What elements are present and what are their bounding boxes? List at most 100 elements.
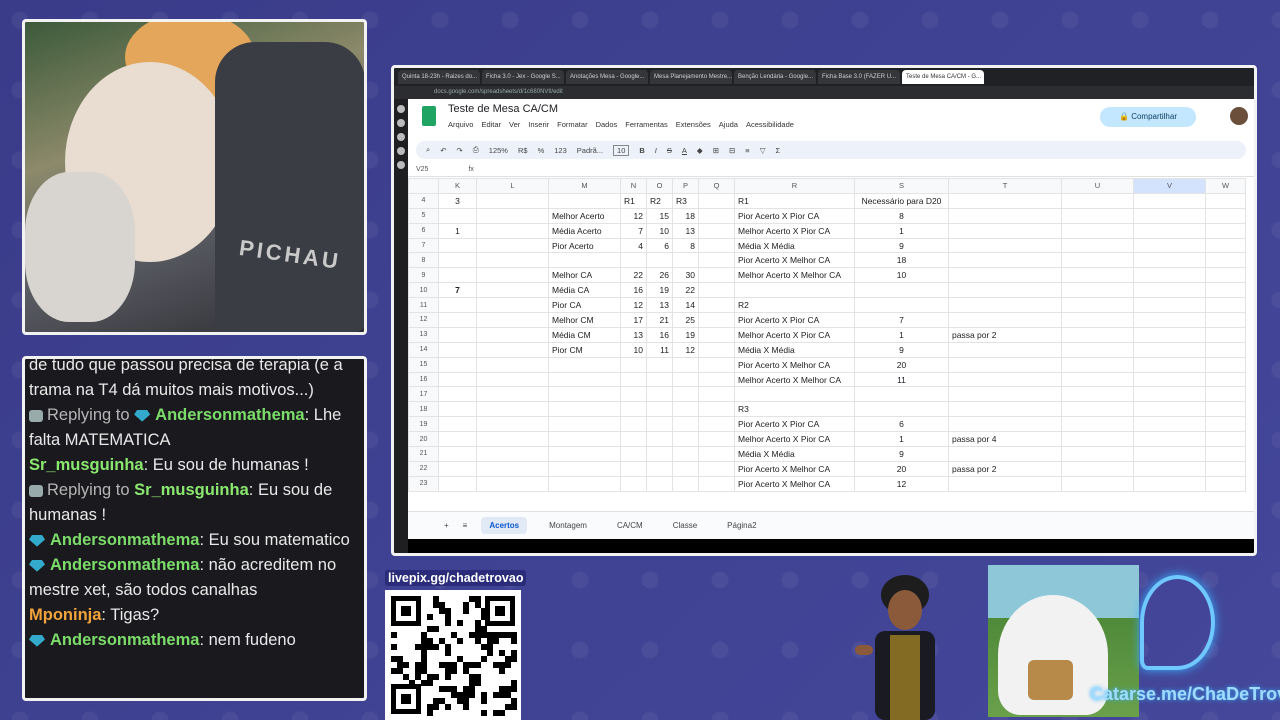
cell[interactable]: 21 (646, 312, 673, 328)
cell[interactable] (698, 446, 735, 462)
cell[interactable] (438, 475, 477, 492)
cell[interactable] (1061, 192, 1134, 209)
cell[interactable] (476, 371, 549, 388)
cell[interactable] (548, 431, 621, 448)
menu-ferramentas[interactable]: Ferramentas (625, 120, 668, 129)
cell[interactable] (646, 371, 673, 388)
menu-arquivo[interactable]: Arquivo (448, 120, 473, 129)
chat-username[interactable]: Mponinja (29, 606, 101, 624)
row-header[interactable]: 15 (408, 356, 439, 373)
row-header[interactable]: 7 (408, 237, 439, 254)
cell[interactable] (672, 356, 699, 373)
cell[interactable]: 9 (854, 446, 949, 462)
row-header[interactable]: 11 (408, 297, 439, 314)
cell[interactable] (1061, 401, 1134, 418)
cell[interactable] (1133, 222, 1206, 239)
cell[interactable] (620, 386, 647, 403)
column-header[interactable]: K (438, 178, 477, 194)
cell[interactable] (698, 416, 735, 433)
cell[interactable] (548, 371, 621, 388)
chat-username[interactable]: Andersonmathema (50, 631, 199, 649)
cell[interactable] (948, 252, 1062, 269)
cell[interactable] (698, 192, 735, 209)
cell[interactable] (698, 460, 735, 477)
cell[interactable]: Média X Média (734, 237, 855, 254)
cell[interactable] (438, 297, 477, 314)
cell[interactable] (646, 446, 673, 462)
cell[interactable] (1133, 252, 1206, 269)
cell[interactable] (476, 297, 549, 314)
number-format-button[interactable]: 123 (554, 146, 567, 155)
cell[interactable]: 15 (646, 207, 673, 224)
cell[interactable] (438, 401, 477, 418)
cell[interactable] (1133, 386, 1206, 403)
print-icon[interactable]: ⎙ (473, 145, 479, 155)
cell[interactable] (948, 282, 1062, 299)
menu-formatar[interactable]: Formatar (557, 120, 587, 129)
column-header[interactable]: R (734, 178, 855, 194)
cell[interactable]: 10 (620, 341, 647, 358)
cell[interactable] (698, 341, 735, 358)
cell[interactable] (438, 207, 477, 224)
cell[interactable]: R1 (734, 192, 855, 209)
sheet-tab[interactable]: Página2 (719, 517, 764, 534)
cell[interactable] (1205, 431, 1246, 448)
row-header[interactable]: 9 (408, 267, 439, 284)
cell[interactable] (1133, 267, 1206, 284)
cell[interactable]: 11 (854, 371, 949, 388)
cell[interactable] (1061, 431, 1134, 448)
cell[interactable] (698, 207, 735, 224)
cell[interactable] (854, 386, 949, 403)
menu-ajuda[interactable]: Ajuda (719, 120, 738, 129)
cell[interactable] (948, 312, 1062, 328)
cell[interactable] (476, 386, 549, 403)
cell[interactable]: Melhor CM (548, 312, 621, 328)
cell[interactable]: 10 (646, 222, 673, 239)
fill-color-icon[interactable]: ◆ (697, 146, 703, 155)
cell[interactable] (1133, 416, 1206, 433)
cell[interactable] (672, 475, 699, 492)
cell[interactable] (672, 431, 699, 448)
cell[interactable] (1061, 460, 1134, 477)
cell[interactable]: 7 (854, 312, 949, 328)
cell[interactable]: 22 (672, 282, 699, 299)
cell[interactable]: Média CM (548, 326, 621, 343)
cell[interactable] (476, 282, 549, 299)
cell[interactable]: 12 (620, 297, 647, 314)
cell[interactable] (646, 460, 673, 477)
cell[interactable]: R1 (620, 192, 647, 209)
cell[interactable] (1133, 326, 1206, 343)
cell[interactable] (1133, 460, 1206, 477)
browser-tab[interactable]: Teste de Mesa CA/CM - G... (902, 70, 984, 84)
search-icon[interactable]: ⌕ (426, 145, 430, 155)
cell[interactable] (698, 282, 735, 299)
cell[interactable] (698, 222, 735, 239)
row-header[interactable]: 12 (408, 312, 439, 328)
menu-inserir[interactable]: Inserir (528, 120, 549, 129)
cell[interactable]: 30 (672, 267, 699, 284)
cell[interactable]: Pior Acerto X Melhor CA (734, 475, 855, 492)
cell[interactable]: Melhor Acerto X Melhor CA (734, 267, 855, 284)
cell[interactable] (438, 252, 477, 269)
font-size-input[interactable]: 10 (613, 144, 630, 156)
row-header[interactable]: 22 (408, 460, 439, 477)
cell[interactable] (1205, 252, 1246, 269)
cell[interactable] (672, 401, 699, 418)
cell[interactable] (948, 401, 1062, 418)
cell[interactable]: R3 (734, 401, 855, 418)
cell[interactable] (672, 446, 699, 462)
cell[interactable]: 17 (620, 312, 647, 328)
cell[interactable] (620, 356, 647, 373)
cell[interactable] (1061, 416, 1134, 433)
cell[interactable]: 1 (854, 431, 949, 448)
cell[interactable] (438, 312, 477, 328)
text-color-icon[interactable]: A (682, 146, 687, 155)
cell[interactable] (948, 356, 1062, 373)
cell[interactable]: 8 (672, 237, 699, 254)
cell[interactable] (620, 475, 647, 492)
cell[interactable]: Pior CM (548, 341, 621, 358)
undo-icon[interactable]: ↶ (440, 146, 446, 155)
cell[interactable] (672, 252, 699, 269)
cell[interactable] (672, 460, 699, 477)
cell[interactable] (476, 267, 549, 284)
